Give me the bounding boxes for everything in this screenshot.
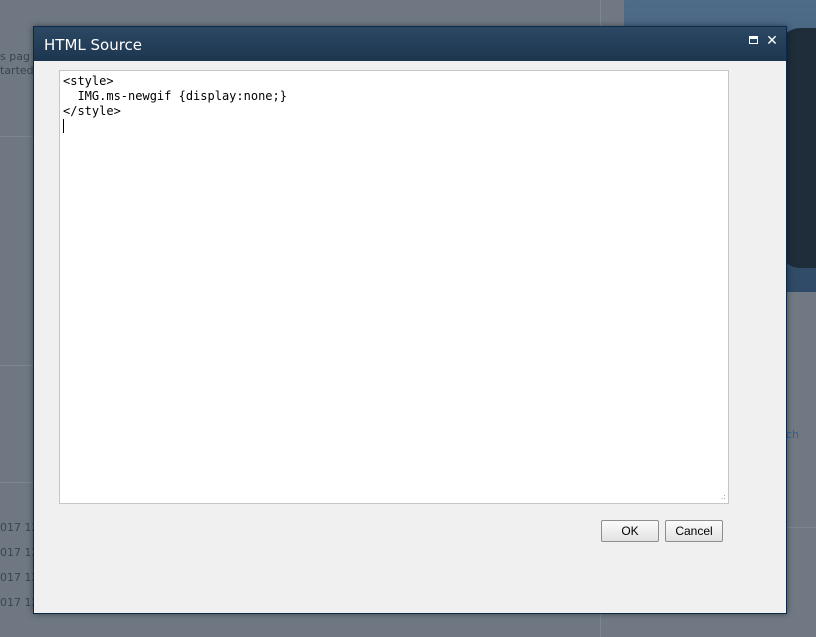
dialog-title: HTML Source xyxy=(44,36,143,54)
background-link: ch xyxy=(786,428,800,441)
cancel-button[interactable]: Cancel xyxy=(665,520,723,542)
dialog-titlebar[interactable]: HTML Source ✕ xyxy=(34,27,786,61)
text-caret xyxy=(63,119,64,133)
maximize-icon[interactable] xyxy=(746,33,762,49)
dialog-content: <style> IMG.ms-newgif {display:none;} </… xyxy=(34,61,786,613)
background-divider xyxy=(785,527,816,528)
html-source-dialog: HTML Source ✕ <style> IMG.ms-newgif {dis… xyxy=(33,26,787,614)
ok-button[interactable]: OK xyxy=(601,520,659,542)
source-code-text: <style> IMG.ms-newgif {display:none;} </… xyxy=(63,74,287,118)
background-text-snippet: s pag xyxy=(0,50,30,63)
background-text-snippet: tarted xyxy=(0,64,34,77)
resize-grip-icon[interactable]: .: xyxy=(721,493,726,501)
html-source-textarea[interactable]: <style> IMG.ms-newgif {display:none;} </… xyxy=(59,70,729,504)
close-icon[interactable]: ✕ xyxy=(764,33,780,49)
